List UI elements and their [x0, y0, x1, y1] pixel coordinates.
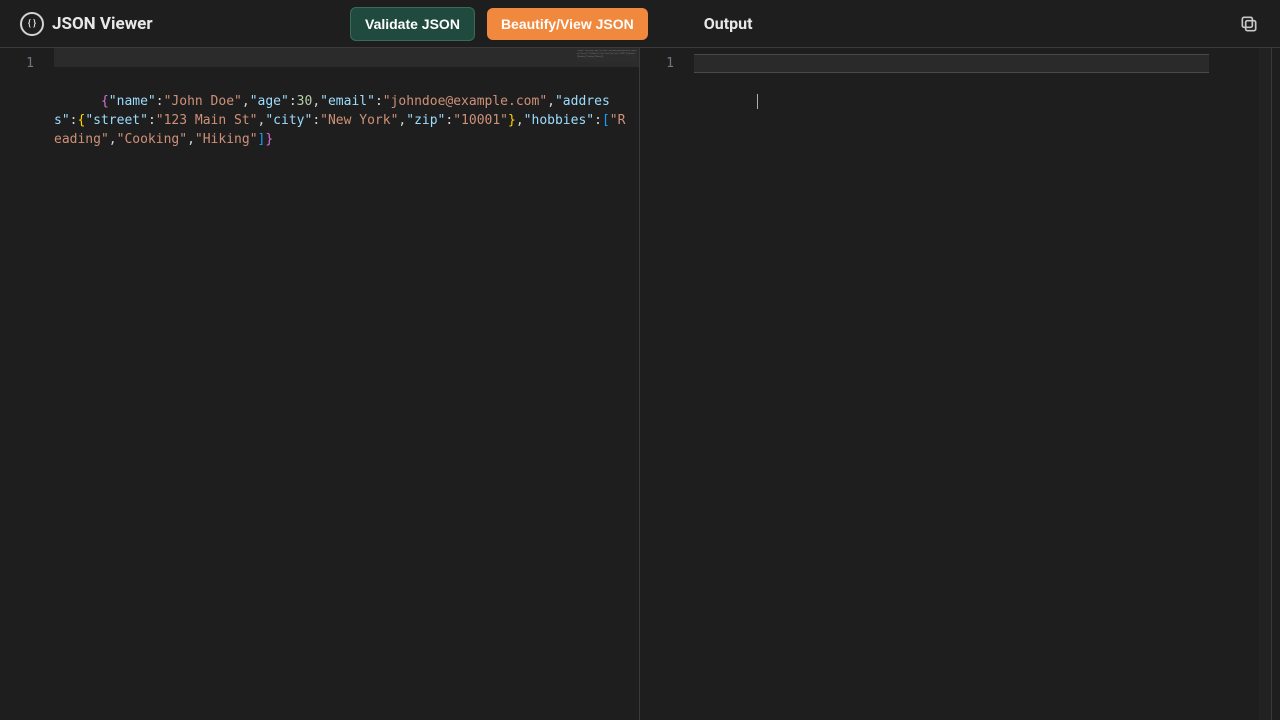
- app-header: { } JSON Viewer Validate JSON Beautify/V…: [0, 0, 1280, 48]
- json-token: "city": [265, 113, 312, 128]
- app-title: JSON Viewer: [52, 14, 153, 34]
- json-token: ,: [187, 132, 195, 147]
- json-token: "Hiking": [195, 132, 258, 147]
- json-token: ,: [547, 94, 555, 109]
- validate-json-button[interactable]: Validate JSON: [350, 7, 475, 41]
- input-editor[interactable]: 1 {"name":"John Doe","age":30,"email":"j…: [0, 48, 639, 720]
- json-token: "johndoe@example.com": [383, 94, 547, 109]
- output-scrollbar[interactable]: [1259, 48, 1271, 720]
- copy-output-button[interactable]: [1238, 13, 1260, 35]
- json-token: "hobbies": [524, 113, 594, 128]
- json-token: "John Doe": [164, 94, 242, 109]
- text-cursor: [757, 94, 758, 109]
- input-pane: 1 {"name":"John Doe","age":30,"email":"j…: [0, 48, 640, 720]
- output-gutter: 1: [640, 48, 694, 720]
- json-token: ,: [242, 94, 250, 109]
- json-logo-icon: { }: [20, 12, 44, 36]
- json-token: }: [265, 132, 273, 147]
- json-token: "name": [109, 94, 156, 109]
- json-token: :: [148, 113, 156, 128]
- json-token: "Cooking": [117, 132, 187, 147]
- json-token: "street": [85, 113, 148, 128]
- json-token: "New York": [320, 113, 398, 128]
- app-logo: { } JSON Viewer: [20, 12, 300, 36]
- json-token: {: [101, 94, 109, 109]
- active-line-highlight: [694, 54, 1209, 73]
- json-token: :: [594, 113, 602, 128]
- output-heading: Output: [704, 14, 753, 33]
- json-token: "age": [250, 94, 289, 109]
- json-token: 30: [297, 94, 313, 109]
- json-token: "email": [320, 94, 375, 109]
- line-number: 1: [646, 54, 674, 73]
- json-token: :: [312, 113, 320, 128]
- json-token: }: [508, 113, 516, 128]
- input-code-area[interactable]: {"name":"John Doe","age":30,"email":"joh…: [54, 48, 639, 720]
- toolbar: Validate JSON Beautify/View JSON: [350, 7, 648, 41]
- line-number: 1: [6, 54, 34, 73]
- json-token: ,: [516, 113, 524, 128]
- output-editor[interactable]: 1: [640, 48, 1271, 720]
- json-token: "zip": [406, 113, 445, 128]
- json-token: ,: [312, 94, 320, 109]
- json-token: ,: [109, 132, 117, 147]
- output-code-area[interactable]: [694, 48, 1271, 720]
- editor-panes: 1 {"name":"John Doe","age":30,"email":"j…: [0, 48, 1280, 720]
- copy-icon: [1239, 14, 1259, 34]
- json-token: "123 Main St": [156, 113, 258, 128]
- json-token: :: [156, 94, 164, 109]
- output-pane: 1: [640, 48, 1272, 720]
- json-token: :: [289, 94, 297, 109]
- active-line-highlight: [54, 48, 639, 67]
- json-token: "10001": [453, 113, 508, 128]
- input-gutter: 1: [0, 48, 54, 720]
- json-token: [: [602, 113, 610, 128]
- beautify-json-button[interactable]: Beautify/View JSON: [487, 8, 648, 40]
- input-minimap[interactable]: {"name":"John Doe","age":30,"email":"joh…: [577, 50, 637, 62]
- json-token: :: [375, 94, 383, 109]
